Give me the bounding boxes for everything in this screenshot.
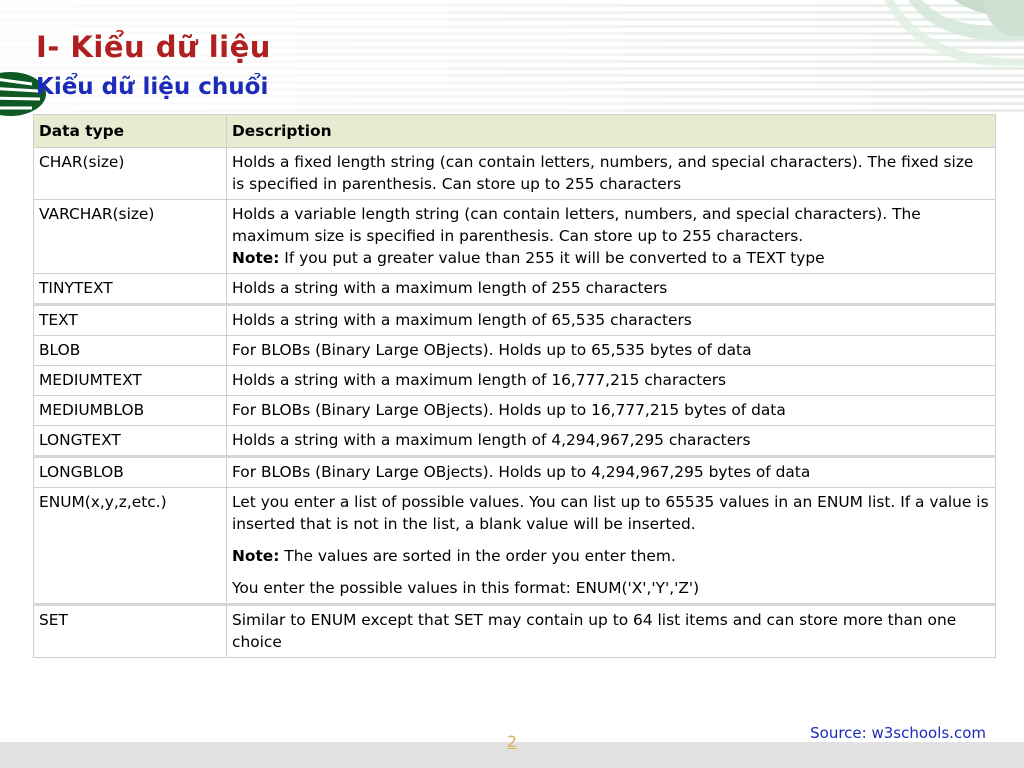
- table-header-row: Data type Description: [33, 114, 996, 148]
- description-text: Holds a variable length string (can cont…: [232, 205, 921, 245]
- note-line: Note: The values are sorted in the order…: [232, 545, 990, 567]
- corner-decoration-icon: [884, 0, 1024, 67]
- table-row: BLOB For BLOBs (Binary Large OBjects). Ho…: [33, 335, 996, 366]
- cell-data-type: ENUM(x,y,z,etc.): [33, 487, 227, 605]
- description-text: Let you enter a list of possible values.…: [232, 493, 989, 533]
- cell-description: For BLOBs (Binary Large OBjects). Holds …: [226, 455, 996, 488]
- note-line: Note: If you put a greater value than 25…: [232, 247, 990, 269]
- cell-description: Holds a fixed length string (can contain…: [226, 147, 996, 200]
- table-row: VARCHAR(size) Holds a variable length str…: [33, 199, 996, 274]
- cell-data-type: MEDIUMBLOB: [33, 395, 227, 426]
- description-text: Holds a fixed length string (can contain…: [232, 153, 974, 193]
- table-row: LONGTEXT Holds a string with a maximum le…: [33, 425, 996, 457]
- note-label: Note:: [232, 547, 280, 565]
- cell-data-type: VARCHAR(size): [33, 199, 227, 274]
- cell-description: Holds a string with a maximum length of …: [226, 303, 996, 336]
- note-text: The values are sorted in the order you e…: [279, 547, 676, 565]
- header-description: Description: [226, 114, 996, 148]
- cell-data-type: BLOB: [33, 335, 227, 366]
- extra-text: You enter the possible values in this fo…: [232, 579, 700, 597]
- description-text: Holds a string with a maximum length of …: [232, 311, 692, 329]
- table-row: MEDIUMBLOB For BLOBs (Binary Large OBject…: [33, 395, 996, 426]
- cell-description: Holds a string with a maximum length of …: [226, 365, 996, 396]
- cell-description: Let you enter a list of possible values.…: [226, 487, 996, 605]
- table-row: LONGBLOB For BLOBs (Binary Large OBjects)…: [33, 455, 996, 488]
- description-text: Holds a string with a maximum length of …: [232, 431, 751, 449]
- data-types-table: Data type Description CHAR(size) Holds a …: [33, 114, 996, 658]
- cell-data-type: LONGTEXT: [33, 425, 227, 457]
- description-text: Similar to ENUM except that SET may cont…: [232, 611, 957, 651]
- description-text: Holds a string with a maximum length of …: [232, 279, 668, 297]
- slide-title: I- Kiểu dữ liệu: [36, 30, 271, 64]
- table-row: TEXT Holds a string with a maximum length…: [33, 303, 996, 336]
- table-row: CHAR(size) Holds a fixed length string (c…: [33, 147, 996, 200]
- page-number: 2: [506, 732, 518, 751]
- cell-data-type: CHAR(size): [33, 147, 227, 200]
- cell-description: Holds a variable length string (can cont…: [226, 199, 996, 274]
- cell-data-type: TEXT: [33, 303, 227, 336]
- table-row: TINYTEXT Holds a string with a maximum le…: [33, 273, 996, 305]
- cell-description: Holds a string with a maximum length of …: [226, 425, 996, 457]
- header-data-type: Data type: [33, 114, 227, 148]
- table-row: ENUM(x,y,z,etc.) Let you enter a list of …: [33, 487, 996, 605]
- cell-description: For BLOBs (Binary Large OBjects). Holds …: [226, 395, 996, 426]
- cell-data-type: LONGBLOB: [33, 455, 227, 488]
- cell-description: Similar to ENUM except that SET may cont…: [226, 603, 996, 658]
- cell-description: For BLOBs (Binary Large OBjects). Holds …: [226, 335, 996, 366]
- description-text: For BLOBs (Binary Large OBjects). Holds …: [232, 341, 752, 359]
- note-text: If you put a greater value than 255 it w…: [279, 249, 825, 267]
- table-row: MEDIUMTEXT Holds a string with a maximum …: [33, 365, 996, 396]
- description-text: For BLOBs (Binary Large OBjects). Holds …: [232, 463, 811, 481]
- cell-data-type: SET: [33, 603, 227, 658]
- note-label: Note:: [232, 249, 280, 267]
- description-text: Holds a string with a maximum length of …: [232, 371, 727, 389]
- cell-data-type: MEDIUMTEXT: [33, 365, 227, 396]
- table-row: SET Similar to ENUM except that SET may c…: [33, 603, 996, 658]
- cell-description: Holds a string with a maximum length of …: [226, 273, 996, 305]
- slide-subtitle: Kiểu dữ liệu chuổi: [36, 74, 269, 100]
- description-text: For BLOBs (Binary Large OBjects). Holds …: [232, 401, 786, 419]
- cell-data-type: TINYTEXT: [33, 273, 227, 305]
